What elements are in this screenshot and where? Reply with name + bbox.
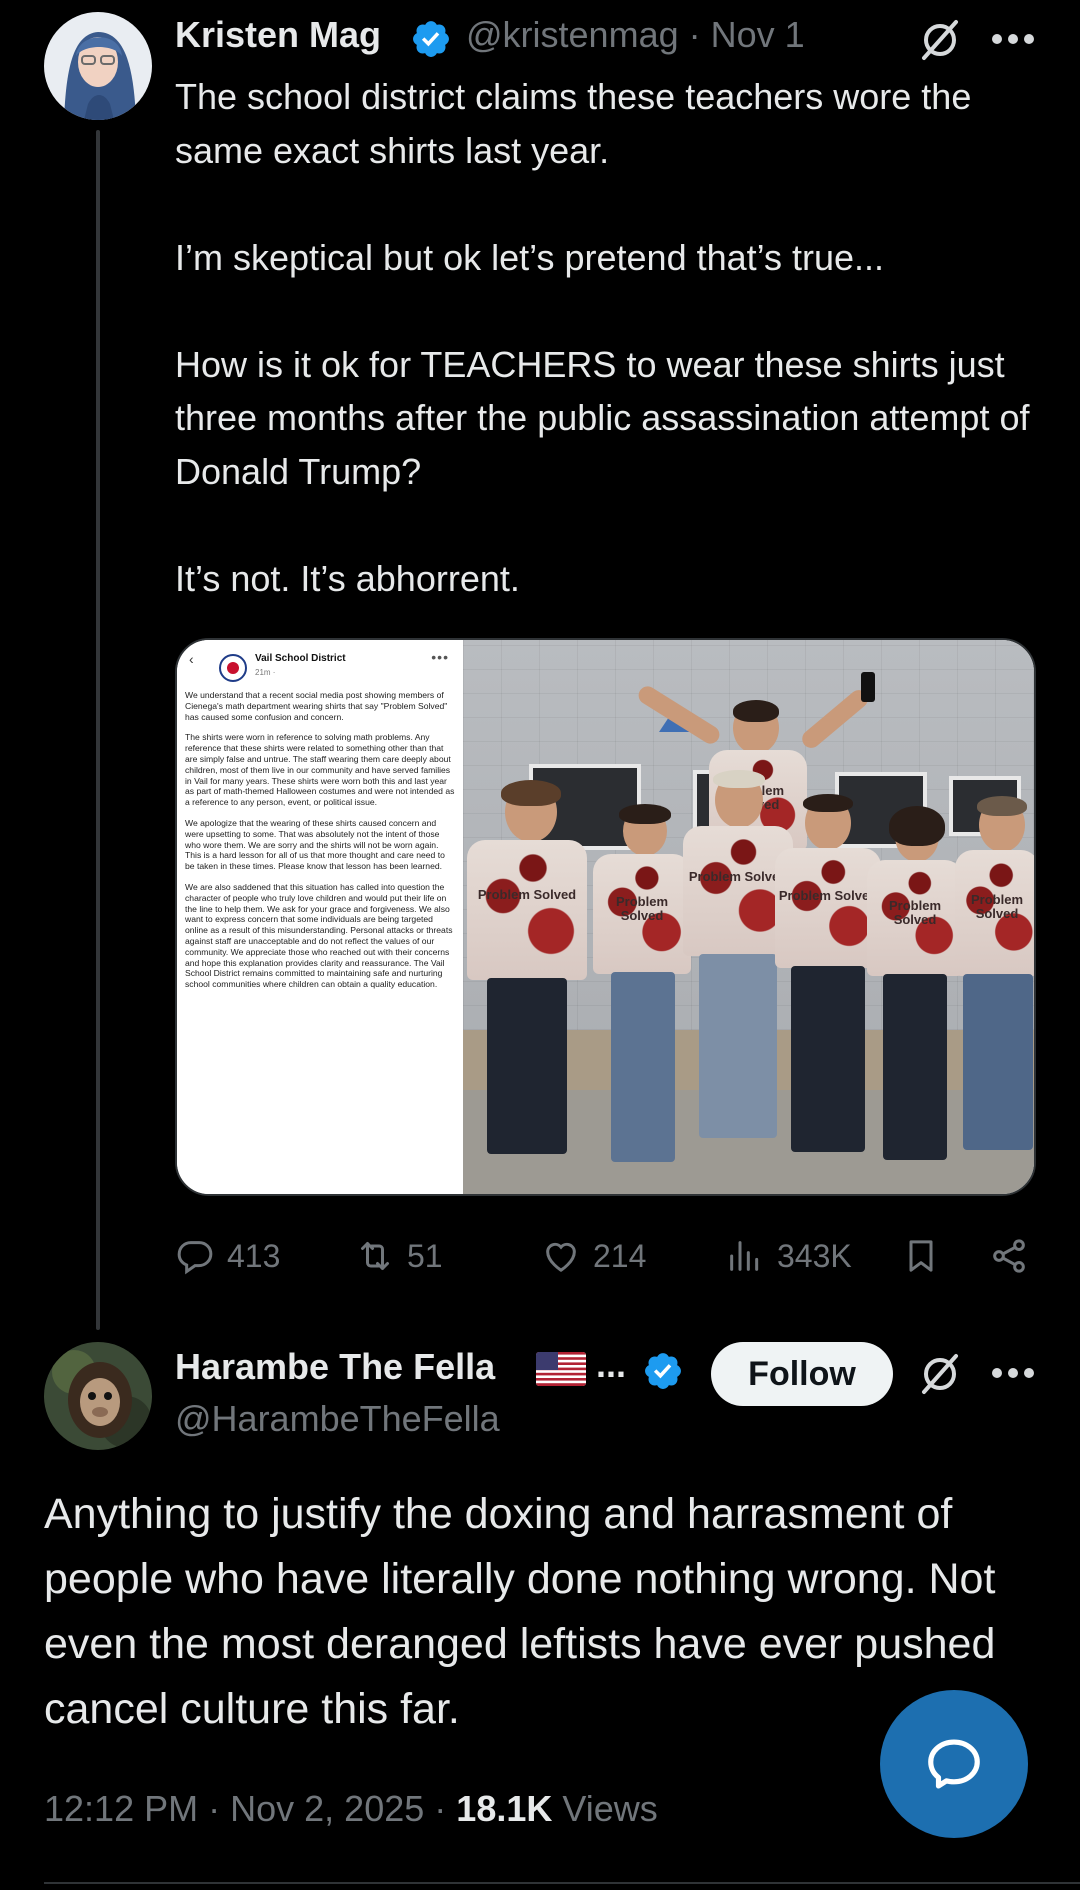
compose-reply-button[interactable] [880,1690,1028,1838]
statement-paragraph: We are also saddened that this situation… [185,881,453,990]
avatar-image [44,1342,152,1450]
district-logo [219,654,247,682]
author-handle[interactable]: @kristenmag [466,14,679,55]
statement-paragraph: We apologize that the wearing of these s… [185,817,445,872]
bookmark-button[interactable] [901,1232,953,1280]
more-icon[interactable] [990,32,1036,46]
statement-text: We understand that a recent social media… [185,690,455,990]
teacher-figure: Problem Solved [867,806,963,1180]
compose-reply-icon [928,1739,980,1789]
tweet-meta: @kristenmag · Nov 1 [466,14,805,56]
tweet-paragraph: How is it ok for TEACHERS to wear these … [175,343,1040,492]
tweet-date[interactable]: Nov 1 [711,14,805,55]
reply-icon [177,1241,213,1275]
teacher-figure: Problem Solved [467,780,587,1192]
follow-button[interactable]: Follow [711,1342,893,1406]
phone [861,672,875,702]
author-avatar[interactable] [44,12,152,120]
grok-icon[interactable] [918,1352,962,1396]
tweet-media[interactable]: ‹ Vail School District 21m · ••• We unde… [175,638,1036,1196]
statement-header: ‹ Vail School District 21m · ••• [185,650,455,690]
tweet-actions: 413 51 214 343K [175,1232,1045,1280]
tweet-paragraph: It’s not. It’s abhorrent. [175,557,520,599]
tweet-paragraph: The school district claims these teacher… [175,76,982,171]
author-name[interactable]: Harambe The Fella [175,1346,495,1388]
tweet-paragraph: I’m skeptical but ok let’s pretend that’… [175,236,885,278]
teacher-figure: Problem Solved [593,804,691,1186]
meta-separator: · [688,14,701,55]
group-photo: Problem Solved Problem Solved Problem So… [463,640,1034,1194]
like-icon [546,1242,576,1272]
us-flag-icon [536,1352,586,1386]
divider [44,1882,1080,1884]
reply-button[interactable]: 413 [175,1232,280,1280]
author-avatar[interactable] [44,1342,152,1450]
share-button[interactable] [989,1232,1041,1280]
views-count[interactable]: 18.1K [456,1788,552,1829]
shirt-text: Problem Solved [970,891,1023,921]
statement-time: 21m · [255,668,276,677]
repost-count: 51 [407,1237,443,1274]
meta-separator: · [208,1788,221,1829]
statement-org: Vail School District [255,653,346,664]
back-arrow-icon: ‹ [189,651,194,667]
views-label: Views [562,1788,658,1829]
grok-icon[interactable] [918,18,962,62]
views-icon [730,1241,759,1271]
reply-count: 413 [227,1237,281,1274]
bookmark-icon [909,1240,933,1272]
more-icon[interactable] [990,1366,1036,1380]
verified-badge-icon[interactable] [410,18,452,60]
raised-arm [635,682,723,748]
statement-more-icon: ••• [431,649,449,665]
verified-badge-icon[interactable] [642,1350,684,1392]
author-handle[interactable]: @HarambeTheFella [175,1398,500,1440]
repost-button[interactable]: 51 [355,1232,443,1280]
author-name[interactable]: Kristen Mag [175,14,381,56]
statement-screenshot: ‹ Vail School District 21m · ••• We unde… [177,640,463,1194]
tweet-date[interactable]: Nov 2, 2025 [230,1788,424,1829]
meta-separator: · [434,1788,447,1829]
teacher-figure: Problem Solved [775,794,881,1176]
views-button[interactable]: 343K [725,1232,852,1280]
shirt-text: Problem Solved [477,886,577,902]
name-truncation: ... [596,1344,627,1385]
teacher-figure: Problem Solved [955,796,1034,1178]
like-count: 214 [593,1237,647,1274]
share-icon [993,1239,1025,1273]
shirt-text: Problem Solved [615,893,668,923]
tweet-timestamp: 12:12 PM · Nov 2, 2025 · 18.1K Views [44,1788,658,1830]
statement-paragraph: The shirts were worn in reference to sol… [185,732,455,808]
avatar-image [44,12,152,120]
shirt-text: Problem Solved [778,887,878,903]
tweet-text: Anything to justify the doxing and harra… [44,1490,996,1733]
views-count: 343K [777,1237,852,1274]
shirt-text: Problem Solved [888,898,941,928]
repost-icon [361,1242,389,1270]
thread-line [96,130,100,1330]
statement-paragraph: We understand that a recent social media… [185,690,448,722]
tweet-time[interactable]: 12:12 PM [44,1788,198,1829]
like-button[interactable]: 214 [541,1232,646,1280]
tweet-text: The school district claims these teacher… [175,70,1045,605]
